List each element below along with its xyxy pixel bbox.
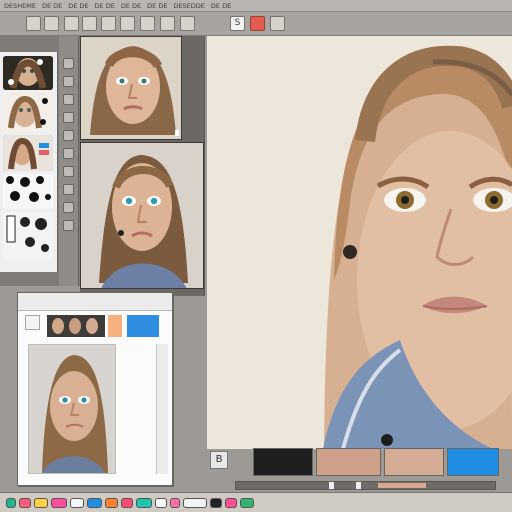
chip[interactable] xyxy=(70,497,84,508)
tool-icon[interactable] xyxy=(63,184,74,195)
zoom-tool-button[interactable] xyxy=(180,16,195,31)
thumbnail[interactable] xyxy=(3,135,53,171)
tools-column xyxy=(59,36,79,286)
portrait-thumbnail-icon xyxy=(3,92,53,132)
color-picker-button[interactable] xyxy=(250,16,265,31)
brush-size-button[interactable] xyxy=(270,16,285,31)
menu-item[interactable]: DE DE xyxy=(147,2,167,10)
thumbnail[interactable] xyxy=(3,56,53,90)
dialog-thumbnail[interactable] xyxy=(47,315,105,337)
tool-icon[interactable] xyxy=(63,148,74,159)
lasso-tool-button[interactable] xyxy=(64,16,79,31)
menu-item[interactable]: DESHEME xyxy=(4,2,36,10)
tool-icon[interactable] xyxy=(63,94,74,105)
main-canvas[interactable] xyxy=(207,36,512,449)
swatch-blue[interactable] xyxy=(447,448,499,476)
tool-icon[interactable] xyxy=(63,58,74,69)
pattern-thumbnail-icon xyxy=(3,212,53,260)
chip[interactable] xyxy=(19,497,31,508)
portrait-thumbnail-icon xyxy=(3,135,53,171)
color-swatch-orange[interactable] xyxy=(108,315,122,337)
reference-photo-bottom[interactable] xyxy=(80,142,204,289)
tool-icon[interactable] xyxy=(63,130,74,141)
menu-bar: DESHEME DE DE DE DE DE DE DE DE DE DE DE… xyxy=(0,0,512,12)
thumbnail[interactable] xyxy=(3,212,53,260)
dialog-header xyxy=(18,293,172,311)
dialog-checkbox[interactable] xyxy=(25,315,40,330)
menu-item[interactable]: DE DE xyxy=(95,2,115,10)
swatch-dark[interactable] xyxy=(253,448,313,476)
chip[interactable] xyxy=(34,497,48,508)
face-strip-icon xyxy=(47,315,105,337)
slider-handle[interactable] xyxy=(355,481,362,490)
color-swatch-blue[interactable] xyxy=(127,315,159,337)
format-button[interactable]: B xyxy=(210,451,228,469)
menu-item[interactable]: DESEDDE xyxy=(173,2,204,10)
thumbnail-strip xyxy=(0,52,58,272)
chip[interactable] xyxy=(155,497,167,508)
chip[interactable] xyxy=(240,497,254,508)
chip[interactable] xyxy=(51,497,67,508)
document-tab-button[interactable]: S xyxy=(230,16,245,31)
reference-canvas-area xyxy=(80,36,205,296)
portrait-thumbnail-icon xyxy=(3,56,53,90)
text-tool-button[interactable] xyxy=(140,16,155,31)
tool-icon[interactable] xyxy=(63,76,74,87)
slider-range xyxy=(378,483,426,488)
pattern-thumbnail-icon xyxy=(3,174,53,209)
chip[interactable] xyxy=(170,497,180,508)
main-portrait-photo-icon xyxy=(207,36,512,449)
crop-tool-button[interactable] xyxy=(82,16,97,31)
chip[interactable] xyxy=(121,497,133,508)
chip[interactable] xyxy=(136,497,152,508)
menu-item[interactable]: DE DE xyxy=(211,2,231,10)
chip[interactable] xyxy=(210,497,222,508)
portrait-photo-icon xyxy=(81,37,181,139)
shape-tool-button[interactable] xyxy=(160,16,175,31)
tool-icon[interactable] xyxy=(63,166,74,177)
reference-photo-top[interactable] xyxy=(80,36,182,140)
menu-item[interactable]: DE DE xyxy=(121,2,141,10)
bottom-colorstrip xyxy=(0,492,512,512)
zoom-slider[interactable] xyxy=(235,481,496,490)
menu-item[interactable]: DE DE xyxy=(68,2,88,10)
chip[interactable] xyxy=(6,497,16,508)
tool-icon[interactable] xyxy=(63,112,74,123)
swatch-row xyxy=(253,448,507,476)
select-tool-button[interactable] xyxy=(44,16,59,31)
swatch-skin-1[interactable] xyxy=(316,448,381,476)
swatch-skin-2[interactable] xyxy=(384,448,444,476)
portrait-preview-icon xyxy=(29,345,115,473)
chip[interactable] xyxy=(105,497,118,508)
slider-handle[interactable] xyxy=(328,481,335,490)
eraser-tool-button[interactable] xyxy=(120,16,135,31)
thumbnail[interactable] xyxy=(3,92,53,132)
tool-icon[interactable] xyxy=(63,202,74,213)
layer-dialog[interactable] xyxy=(17,292,173,486)
dialog-preview[interactable] xyxy=(28,344,116,474)
tool-icon[interactable] xyxy=(63,220,74,231)
chip[interactable] xyxy=(87,497,102,508)
top-toolbar: S xyxy=(0,12,512,36)
thumbnail[interactable] xyxy=(3,174,53,209)
menu-item[interactable]: DE DE xyxy=(42,2,62,10)
chip[interactable] xyxy=(183,497,207,508)
move-tool-button[interactable] xyxy=(26,16,41,31)
chip[interactable] xyxy=(225,497,237,508)
portrait-photo-icon xyxy=(81,143,203,288)
dialog-scrollbar[interactable] xyxy=(156,344,168,474)
brush-tool-button[interactable] xyxy=(101,16,116,31)
